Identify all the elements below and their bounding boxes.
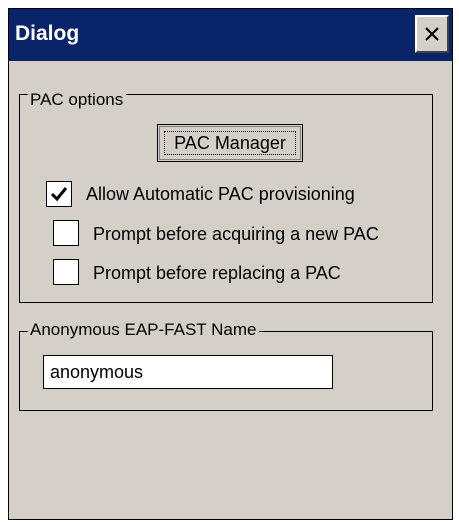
prompt-replace-pac-label[interactable]: Prompt before replacing a PAC xyxy=(93,262,341,284)
close-icon xyxy=(425,27,439,41)
allow-automatic-pac-label[interactable]: Allow Automatic PAC provisioning xyxy=(86,183,355,205)
pac-options-label: PAC options xyxy=(28,90,127,110)
checkmark-icon xyxy=(50,187,68,202)
anonymous-name-field[interactable] xyxy=(43,355,333,389)
title-bar: Dialog xyxy=(9,9,452,61)
pac-manager-button[interactable]: PAC Manager xyxy=(157,124,303,162)
allow-automatic-pac-checkbox[interactable] xyxy=(46,181,72,207)
prompt-acquire-pac-label[interactable]: Prompt before acquiring a new PAC xyxy=(93,223,379,245)
close-button[interactable] xyxy=(415,15,449,53)
pac-manager-button-label: PAC Manager xyxy=(164,131,296,155)
prompt-acquire-pac-checkbox[interactable] xyxy=(53,220,79,246)
window-title: Dialog xyxy=(15,22,80,45)
anonymous-name-label: Anonymous EAP-FAST Name xyxy=(28,320,260,340)
prompt-replace-pac-checkbox[interactable] xyxy=(53,259,79,285)
